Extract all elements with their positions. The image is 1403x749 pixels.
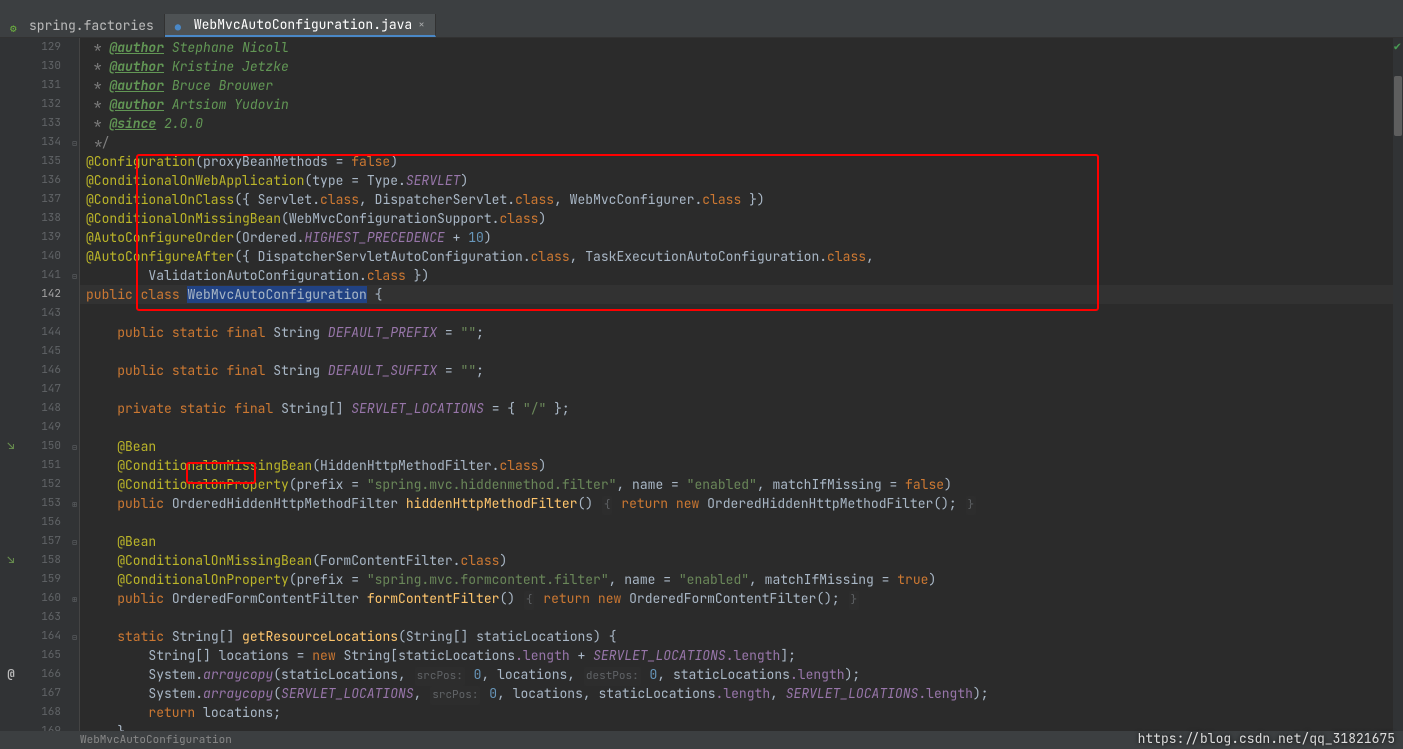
title-bar-remnant (0, 0, 1403, 14)
line-number[interactable]: 142 (22, 285, 79, 304)
line-number[interactable]: 135 (22, 152, 79, 171)
bean-marker-icon[interactable]: ↘ (0, 551, 22, 570)
line-number[interactable]: 136 (22, 171, 79, 190)
line-number[interactable]: 145 (22, 342, 79, 361)
line-number[interactable]: 163 (22, 608, 79, 627)
line-number[interactable]: 137 (22, 190, 79, 209)
line-number[interactable]: 146 (22, 361, 79, 380)
line-number[interactable]: 157⊟ (22, 532, 79, 551)
tab-label: spring.factories (29, 17, 154, 34)
fold-icon[interactable]: ⊞ (67, 591, 77, 601)
line-number[interactable]: 153⊞ (22, 494, 79, 513)
line-number[interactable]: 147 (22, 380, 79, 399)
line-number[interactable]: 167 (22, 684, 79, 703)
inspection-ok-icon[interactable]: ✔ (1394, 38, 1401, 54)
bean-marker-icon[interactable]: ↘ (0, 437, 22, 456)
line-number[interactable]: 164⊟ (22, 627, 79, 646)
line-number[interactable]: 160⊞ (22, 589, 79, 608)
line-number[interactable]: 139 (22, 228, 79, 247)
tab-spring-factories[interactable]: spring.factories (0, 14, 165, 37)
fold-icon[interactable]: ⊟ (67, 629, 77, 639)
fold-icon[interactable]: ⊟ (67, 534, 77, 544)
line-number[interactable]: 168 (22, 703, 79, 722)
line-number[interactable]: 140 (22, 247, 79, 266)
line-number[interactable]: 141⊟ (22, 266, 79, 285)
annotation-gutter: ↘ ↘ @ (0, 38, 22, 731)
line-number[interactable]: 156 (22, 513, 79, 532)
watermark-text: https://blog.csdn.net/qq_31821675 (1138, 730, 1395, 747)
line-number[interactable]: 143 (22, 304, 79, 323)
override-marker-icon[interactable]: @ (0, 665, 22, 684)
vertical-scrollbar[interactable] (1393, 38, 1403, 731)
line-number[interactable]: 159 (22, 570, 79, 589)
code-editor[interactable]: * @author Stephane Nicoll * @author Kris… (80, 38, 1403, 731)
tab-webmvc-autoconfiguration[interactable]: WebMvcAutoConfiguration.java × (165, 14, 436, 37)
line-number[interactable]: 151 (22, 456, 79, 475)
fold-icon[interactable]: ⊞ (67, 496, 77, 506)
fold-icon[interactable]: ⊟ (67, 439, 77, 449)
line-number[interactable]: 130 (22, 57, 79, 76)
editor-area: ↘ ↘ @ 129 130 131 132 133 134⊟ 135 136 1… (0, 38, 1403, 731)
close-icon[interactable]: × (418, 18, 425, 32)
line-number[interactable]: 165 (22, 646, 79, 665)
line-number[interactable]: 134⊟ (22, 133, 79, 152)
line-number[interactable]: 129 (22, 38, 79, 57)
java-class-icon (175, 18, 189, 32)
tab-label: WebMvcAutoConfiguration.java (194, 16, 412, 33)
scrollbar-thumb[interactable] (1394, 76, 1402, 136)
breadcrumb[interactable]: WebMvcAutoConfiguration (80, 733, 232, 747)
line-number[interactable]: 144 (22, 323, 79, 342)
line-number[interactable]: 148 (22, 399, 79, 418)
fold-icon[interactable]: ⊟ (67, 268, 77, 278)
line-number[interactable]: 138 (22, 209, 79, 228)
line-number[interactable]: 133 (22, 114, 79, 133)
line-number[interactable]: 149 (22, 418, 79, 437)
line-number[interactable]: 131 (22, 76, 79, 95)
line-number[interactable]: 166 (22, 665, 79, 684)
line-number-gutter: 129 130 131 132 133 134⊟ 135 136 137 138… (22, 38, 80, 731)
line-number[interactable]: 158 (22, 551, 79, 570)
line-number[interactable]: 152 (22, 475, 79, 494)
spring-icon (10, 19, 24, 33)
editor-tab-bar: spring.factories WebMvcAutoConfiguration… (0, 14, 1403, 38)
fold-icon[interactable]: ⊟ (67, 135, 77, 145)
line-number[interactable]: 132 (22, 95, 79, 114)
line-number[interactable]: 150⊟ (22, 437, 79, 456)
